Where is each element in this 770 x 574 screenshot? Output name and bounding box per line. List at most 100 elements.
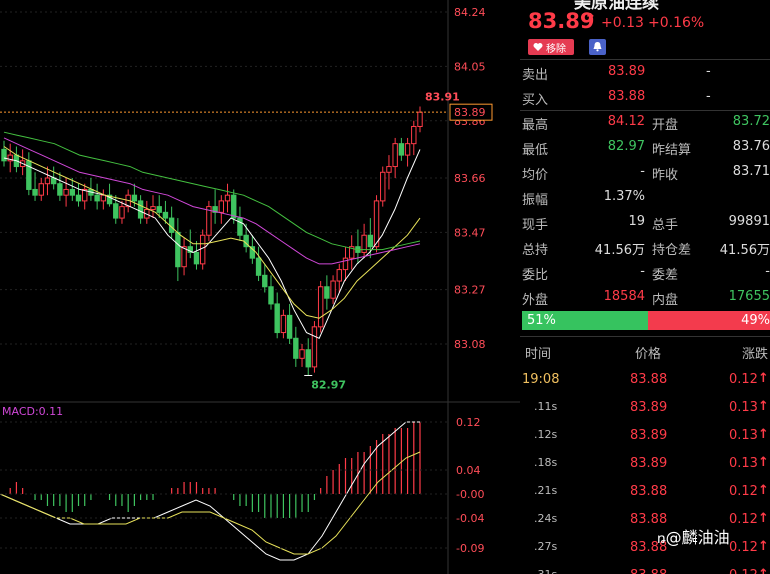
candle-body — [392, 143, 398, 168]
stat-value: 84.12 — [607, 114, 645, 129]
quote-panel: 美原油连续 83.89 ↑ +0.13 +0.16% 移除 卖出 83.89 -… — [520, 0, 770, 574]
macd-tick-label: -0.00 — [456, 488, 484, 501]
candle-body — [398, 143, 405, 156]
tick-row: .24s 83.88 0.12 ↑ — [520, 506, 770, 534]
candle-body — [299, 349, 305, 359]
price-tick-label: 83.08 — [454, 338, 486, 351]
up-arrow-icon: ↑ — [758, 399, 769, 414]
candle-body — [386, 166, 392, 173]
tick-change: 0.12 — [729, 484, 758, 499]
candle-body — [75, 194, 82, 202]
price-axis-labels: 84.2484.0583.8683.6683.4783.2783.0883.89 — [449, 6, 493, 351]
stats-row: 均价 - 昨收 83.71 — [520, 159, 770, 184]
candle-body — [293, 337, 299, 359]
heart-icon — [533, 43, 543, 51]
ask-row: 卖出 83.89 - — [520, 59, 770, 84]
stat-value: 41.56万 — [594, 243, 645, 258]
price-annotations: 83.91 82.97 — [304, 90, 460, 391]
macd-tick-label: 0.04 — [456, 464, 481, 477]
candle-body — [44, 177, 51, 185]
candle-body — [175, 231, 181, 268]
up-arrow-icon: ↑ — [758, 511, 769, 526]
stat-value: 19 — [628, 214, 645, 229]
stats-row: 外盘 18584 内盘 17655 — [520, 284, 770, 309]
macd-tick-label: -0.04 — [456, 512, 484, 525]
tick-change: 0.13 — [729, 400, 758, 415]
candle-body — [324, 286, 330, 299]
stat-label: 内盘 — [652, 293, 679, 308]
candle-body — [1, 148, 7, 162]
stat-label: 外盘 — [522, 293, 549, 308]
tick-time: .12s — [534, 428, 558, 441]
stat-label: 最低 — [522, 143, 549, 158]
macd-lines — [0, 421, 421, 561]
stat-value: 83.71 — [732, 164, 770, 179]
stat-label: 总手 — [652, 218, 679, 233]
candle-body — [199, 234, 206, 265]
ticks-header: 时间 价格 涨跌 — [520, 336, 770, 365]
price-tick-label: 84.24 — [454, 6, 486, 19]
stat-value: 17655 — [728, 289, 770, 304]
candle-body — [255, 257, 262, 276]
tick-row: .31s 83.88 0.12↑ — [520, 562, 770, 574]
candle-body — [181, 246, 187, 268]
candle-body — [367, 234, 374, 248]
alert-button[interactable] — [589, 39, 606, 55]
candle-body — [63, 188, 69, 196]
bell-icon — [593, 42, 602, 52]
candle-body — [150, 206, 156, 210]
current-price-label: 83.89 — [454, 106, 486, 119]
weibo-logo-icon: ꬻ — [657, 531, 666, 547]
stats-row: 最低 82.97 昨结算 83.76 — [520, 134, 770, 159]
stat-value: - — [640, 164, 645, 179]
watermark: ꬻ@麟油油 — [657, 528, 730, 547]
tick-time: 19:08 — [522, 372, 560, 387]
macd-label: MACD:0.11 — [2, 405, 63, 418]
stat-label: 均价 — [522, 168, 549, 183]
stat-value: - — [640, 264, 645, 279]
candle-body — [218, 200, 225, 213]
tick-change: 0.12 — [729, 372, 758, 387]
stat-value: 1.37% — [603, 189, 645, 204]
tick-time: .27s — [534, 540, 558, 553]
remove-button[interactable]: 移除 — [528, 39, 574, 55]
bid-price: 83.88 — [608, 89, 646, 104]
stats-row: 委比 - 委差 - — [520, 259, 770, 284]
up-arrow-icon: ↑ — [758, 455, 769, 470]
price-up-arrow-icon: ↑ — [584, 10, 597, 28]
tick-change: 0.12 — [729, 568, 758, 574]
volume-ratio-bar: 51% 49% — [522, 311, 770, 330]
candle-body — [119, 206, 125, 219]
candle-body — [57, 183, 63, 196]
candle-body — [131, 194, 138, 202]
candle-body — [94, 194, 100, 202]
tick-row: .27s 83.88 0.12 ↑ — [520, 534, 770, 562]
candle-body — [417, 111, 423, 127]
stats-row: 现手 19 总手 99891 — [520, 209, 770, 234]
stat-label: 昨结算 — [652, 143, 692, 158]
stat-label: 持仓差 — [652, 243, 692, 258]
tick-change: 0.12 — [729, 540, 758, 555]
tick-time: .11s — [534, 400, 558, 413]
buy-ratio: 51% — [527, 313, 556, 328]
tick-row: .21s 83.88 0.12 ↑ — [520, 478, 770, 506]
candle-body — [32, 188, 38, 196]
stat-value: 83.72 — [732, 114, 770, 129]
tick-row: 19:08 83.88 0.12 ↑ — [520, 366, 770, 394]
kline-chart[interactable]: 84.2484.0583.8683.6683.4783.2783.0883.89… — [0, 0, 520, 574]
price-tick-label: 84.05 — [454, 60, 486, 73]
candle-body — [311, 326, 318, 368]
stat-label: 委差 — [652, 268, 679, 283]
ticks-header-time: 时间 — [525, 347, 552, 362]
up-arrow-icon: ↑ — [758, 483, 769, 498]
stat-label: 委比 — [522, 268, 549, 283]
candle-body — [305, 349, 311, 368]
candle-body — [317, 286, 324, 328]
stats-row: 振幅 1.37% — [520, 184, 770, 209]
ask-price: 83.89 — [608, 64, 646, 79]
candle-body — [26, 160, 32, 190]
stat-label: 总持 — [522, 243, 549, 258]
candle-body — [411, 125, 417, 145]
candle-body — [274, 303, 280, 334]
candle-body — [162, 211, 169, 219]
